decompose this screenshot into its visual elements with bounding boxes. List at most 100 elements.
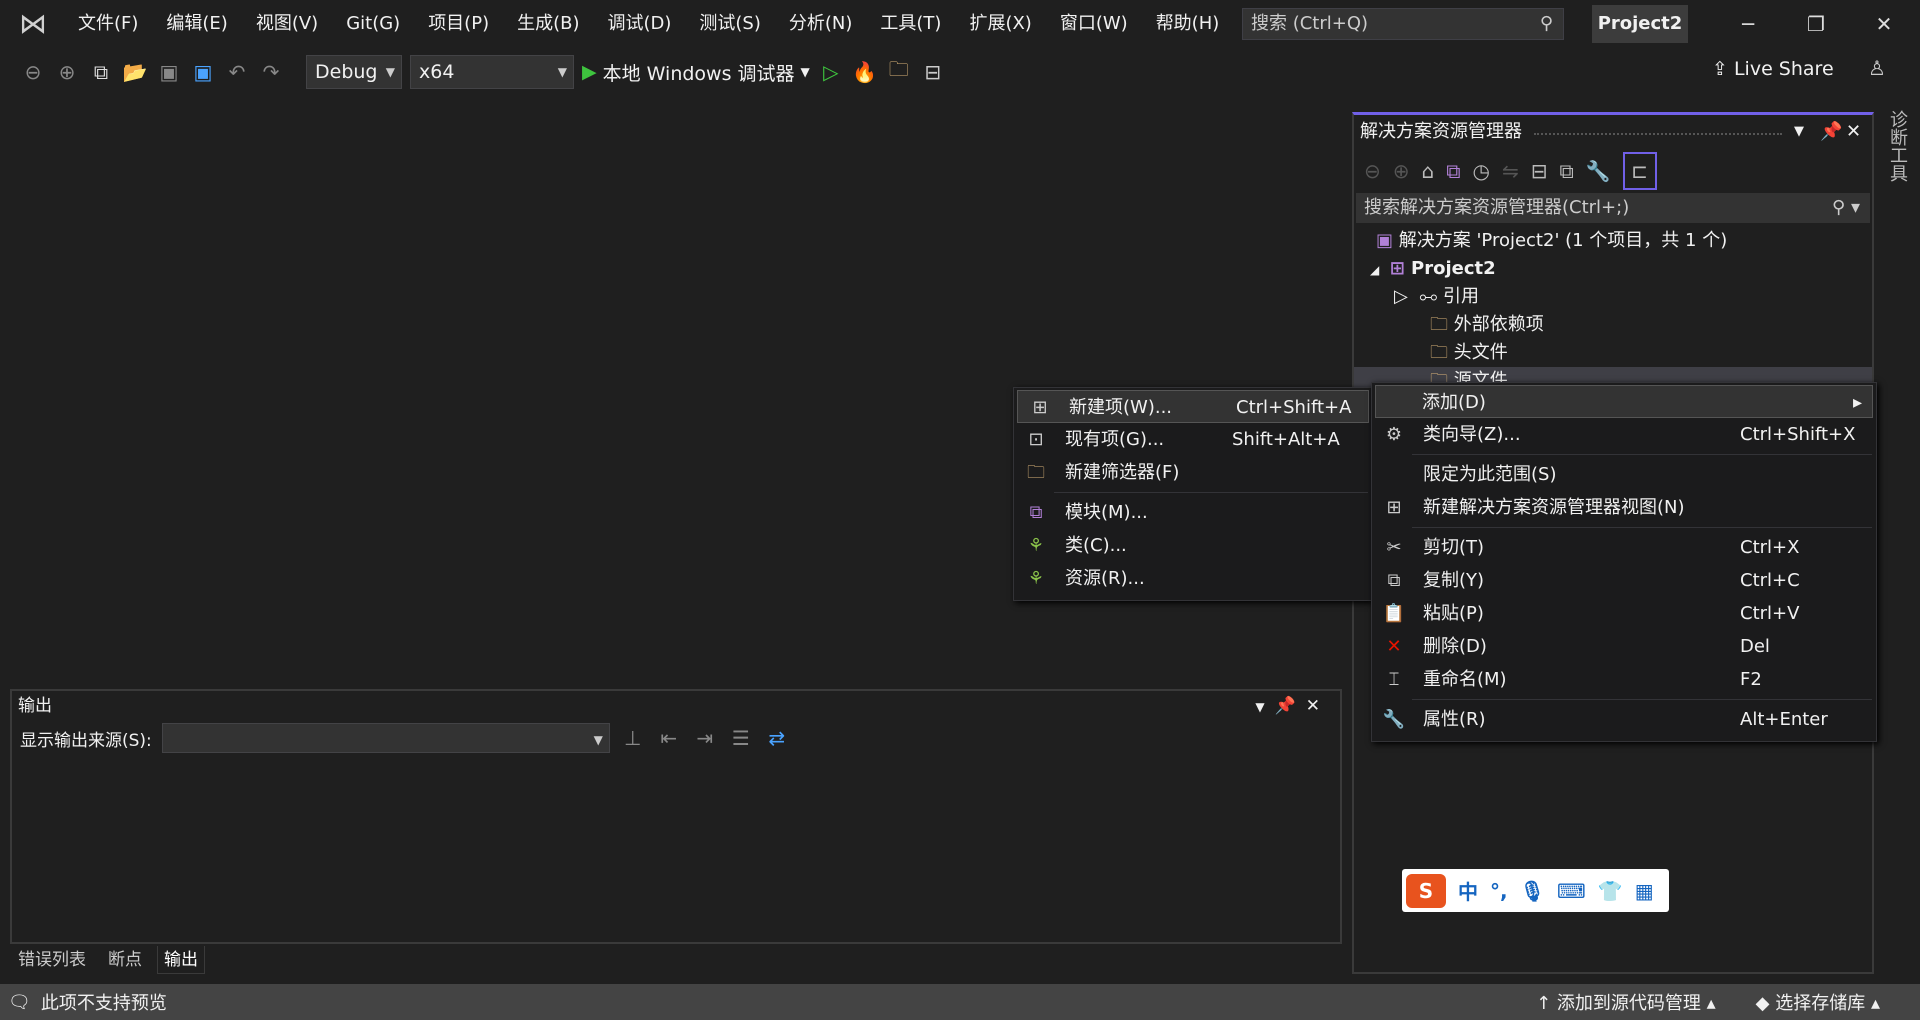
skin-icon[interactable]: 👕 bbox=[1598, 879, 1623, 903]
status-bar: 🗨 此项不支持预览 ↑ 添加到源代码管理 ▴ ◆ 选择存储库 ▴ bbox=[0, 984, 1920, 1020]
tab-error-list[interactable]: 错误列表 bbox=[12, 946, 92, 974]
menu-git[interactable]: Git(G) bbox=[332, 0, 414, 48]
save-all-icon[interactable]: ▣ bbox=[190, 60, 216, 84]
next-message-icon[interactable]: ⇥ bbox=[692, 726, 718, 750]
undo-icon[interactable]: ↶ bbox=[224, 60, 250, 84]
close-icon[interactable]: ✕ bbox=[1306, 696, 1330, 716]
pending-changes-icon[interactable]: ◷ bbox=[1473, 159, 1490, 183]
home-icon[interactable]: ⌂ bbox=[1422, 159, 1435, 183]
menu-item-paste[interactable]: 📋 粘贴(P) Ctrl+V bbox=[1372, 597, 1876, 630]
diagnostic-tools-tab[interactable]: 诊断工具 bbox=[1884, 110, 1910, 182]
collapsed-icon: ▷ bbox=[1394, 286, 1414, 307]
minimize-button[interactable]: ─ bbox=[1720, 0, 1776, 48]
menu-label: 属性(R) bbox=[1423, 709, 1486, 730]
close-icon[interactable]: ✕ bbox=[1846, 115, 1872, 149]
menu-item-new-item[interactable]: ⊞ 新建项(W)... Ctrl+Shift+A bbox=[1017, 390, 1369, 423]
menu-item-scope[interactable]: 限定为此范围(S) bbox=[1372, 458, 1876, 491]
configuration-select[interactable]: Debug ▼ bbox=[306, 55, 402, 89]
menu-item-resource[interactable]: ⚘ 资源(R)... bbox=[1014, 562, 1372, 595]
ime-mode-button[interactable]: 中 bbox=[1458, 876, 1478, 905]
menu-project[interactable]: 项目(P) bbox=[414, 0, 503, 48]
menu-item-add[interactable]: 添加(D) ▸ bbox=[1375, 385, 1873, 418]
chevron-down-icon: ▼ bbox=[593, 733, 603, 747]
tree-solution[interactable]: ▣ 解决方案 'Project2' (1 个项目，共 1 个) bbox=[1354, 227, 1872, 255]
layout-icon[interactable]: ⊟ bbox=[920, 60, 946, 84]
start-without-debugging-icon[interactable]: ▷ bbox=[818, 60, 844, 84]
menu-label: 类向导(Z)... bbox=[1423, 424, 1521, 445]
microphone-icon[interactable]: 🎙 bbox=[1520, 879, 1545, 903]
menu-item-rename[interactable]: ⌶ 重命名(M) F2 bbox=[1372, 663, 1876, 696]
menu-item-cut[interactable]: ✂ 剪切(T) Ctrl+X bbox=[1372, 531, 1876, 564]
ime-punct-button[interactable]: °, bbox=[1490, 879, 1508, 903]
drag-handle[interactable] bbox=[1534, 115, 1782, 135]
menu-analyze[interactable]: 分析(N) bbox=[775, 0, 867, 48]
select-repo-button[interactable]: ◆ 选择存储库 ▴ bbox=[1756, 989, 1880, 1015]
keyboard-icon[interactable]: ⌨ bbox=[1557, 879, 1586, 903]
menu-item-properties[interactable]: 🔧 属性(R) Alt+Enter bbox=[1372, 703, 1876, 736]
dropdown-icon[interactable]: ▼ bbox=[1794, 115, 1820, 149]
properties-icon[interactable]: 🔧 bbox=[1586, 159, 1611, 183]
prev-message-icon[interactable]: ⇤ bbox=[656, 726, 682, 750]
menu-file[interactable]: 文件(F) bbox=[64, 0, 152, 48]
live-share-button[interactable]: ⇪ Live Share bbox=[1712, 58, 1834, 80]
toolbox-icon[interactable]: ▦ bbox=[1635, 879, 1654, 903]
forward-icon[interactable]: ⊕ bbox=[1393, 159, 1410, 183]
tree-label: 解决方案 'Project2' (1 个项目，共 1 个) bbox=[1398, 230, 1728, 251]
clear-all-icon[interactable]: ☰ bbox=[728, 726, 754, 750]
tree-header-files[interactable]: 🗀 头文件 bbox=[1354, 339, 1872, 367]
feedback-icon[interactable]: ♙ bbox=[1868, 56, 1886, 80]
close-window-button[interactable]: ✕ bbox=[1856, 0, 1912, 48]
save-icon[interactable]: ▣ bbox=[156, 60, 182, 84]
restore-button[interactable]: ❐ bbox=[1788, 0, 1844, 48]
redo-icon[interactable]: ↷ bbox=[258, 60, 284, 84]
menu-test[interactable]: 测试(S) bbox=[685, 0, 774, 48]
run-label: 本地 Windows 调试器 bbox=[602, 62, 795, 85]
browse-folder-icon[interactable]: 🗀 bbox=[886, 55, 912, 89]
back-icon[interactable]: ⊖ bbox=[1364, 159, 1381, 183]
menu-item-module[interactable]: ⧉ 模块(M)... bbox=[1014, 496, 1372, 529]
show-all-files-icon[interactable]: ⧉ bbox=[1560, 159, 1574, 183]
menu-item-copy[interactable]: ⧉ 复制(Y) Ctrl+C bbox=[1372, 564, 1876, 597]
menu-edit[interactable]: 编辑(E) bbox=[152, 0, 241, 48]
platform-select[interactable]: x64 ▼ bbox=[410, 55, 574, 89]
menu-help[interactable]: 帮助(H) bbox=[1142, 0, 1234, 48]
preview-icon[interactable]: ⊏ bbox=[1622, 152, 1657, 190]
source-control-button[interactable]: ↑ 添加到源代码管理 ▴ bbox=[1536, 989, 1716, 1015]
menu-view[interactable]: 视图(V) bbox=[242, 0, 332, 48]
menu-build[interactable]: 生成(B) bbox=[503, 0, 593, 48]
word-wrap-icon[interactable]: ⇄ bbox=[764, 726, 790, 750]
back-icon[interactable]: ⊖ bbox=[20, 60, 46, 84]
sync-icon[interactable]: ⇋ bbox=[1502, 159, 1519, 183]
solution-search-input[interactable]: 搜索解决方案资源管理器(Ctrl+;) ⚲ ▾ bbox=[1356, 193, 1870, 223]
hot-reload-icon[interactable]: 🔥 bbox=[852, 60, 878, 84]
pin-icon[interactable]: 📌 bbox=[1275, 696, 1306, 716]
search-input[interactable]: 搜索 (Ctrl+Q) ⚲ bbox=[1242, 8, 1564, 40]
chevron-down-icon: ▼ bbox=[385, 65, 395, 79]
open-folder-icon[interactable]: 📂 bbox=[122, 60, 148, 84]
tree-references[interactable]: ▷ ⧟ 引用 bbox=[1354, 283, 1872, 311]
dropdown-icon[interactable]: ▼ bbox=[1255, 700, 1274, 714]
output-source-select[interactable]: ▼ bbox=[161, 723, 610, 753]
menu-item-delete[interactable]: ✕ 删除(D) Del bbox=[1372, 630, 1876, 663]
switch-views-icon[interactable]: ⧉ bbox=[1446, 159, 1460, 183]
menu-extensions[interactable]: 扩展(X) bbox=[955, 0, 1045, 48]
menu-item-new-view[interactable]: ⊞ 新建解决方案资源管理器视图(N) bbox=[1372, 491, 1876, 524]
menu-item-class[interactable]: ⚘ 类(C)... bbox=[1014, 529, 1372, 562]
start-debugging-button[interactable]: ▶ 本地 Windows 调试器 ▼ bbox=[582, 59, 810, 86]
menu-tools[interactable]: 工具(T) bbox=[866, 0, 955, 48]
menu-item-existing-item[interactable]: ⊡ 现有项(G)... Shift+Alt+A bbox=[1014, 423, 1372, 456]
menu-window[interactable]: 窗口(W) bbox=[1046, 0, 1142, 48]
collapse-all-icon[interactable]: ⊟ bbox=[1531, 159, 1548, 183]
chevron-down-icon: ▼ bbox=[557, 65, 567, 79]
menu-item-new-filter[interactable]: 🗀 新建筛选器(F) bbox=[1014, 456, 1372, 489]
tree-project[interactable]: ◢ ⊞ Project2 bbox=[1354, 255, 1872, 283]
find-message-icon[interactable]: ⊥ bbox=[620, 726, 646, 750]
tree-external-deps[interactable]: 🗀 外部依赖项 bbox=[1354, 311, 1872, 339]
tab-output[interactable]: 输出 bbox=[157, 946, 205, 974]
pin-icon[interactable]: 📌 bbox=[1820, 115, 1846, 149]
new-project-icon[interactable]: ⧉ bbox=[88, 60, 114, 84]
forward-icon[interactable]: ⊕ bbox=[54, 60, 80, 84]
menu-debug[interactable]: 调试(D) bbox=[594, 0, 686, 48]
tab-breakpoints[interactable]: 断点 bbox=[102, 946, 148, 974]
menu-item-class-wizard[interactable]: ⚙ 类向导(Z)... Ctrl+Shift+X bbox=[1372, 418, 1876, 451]
